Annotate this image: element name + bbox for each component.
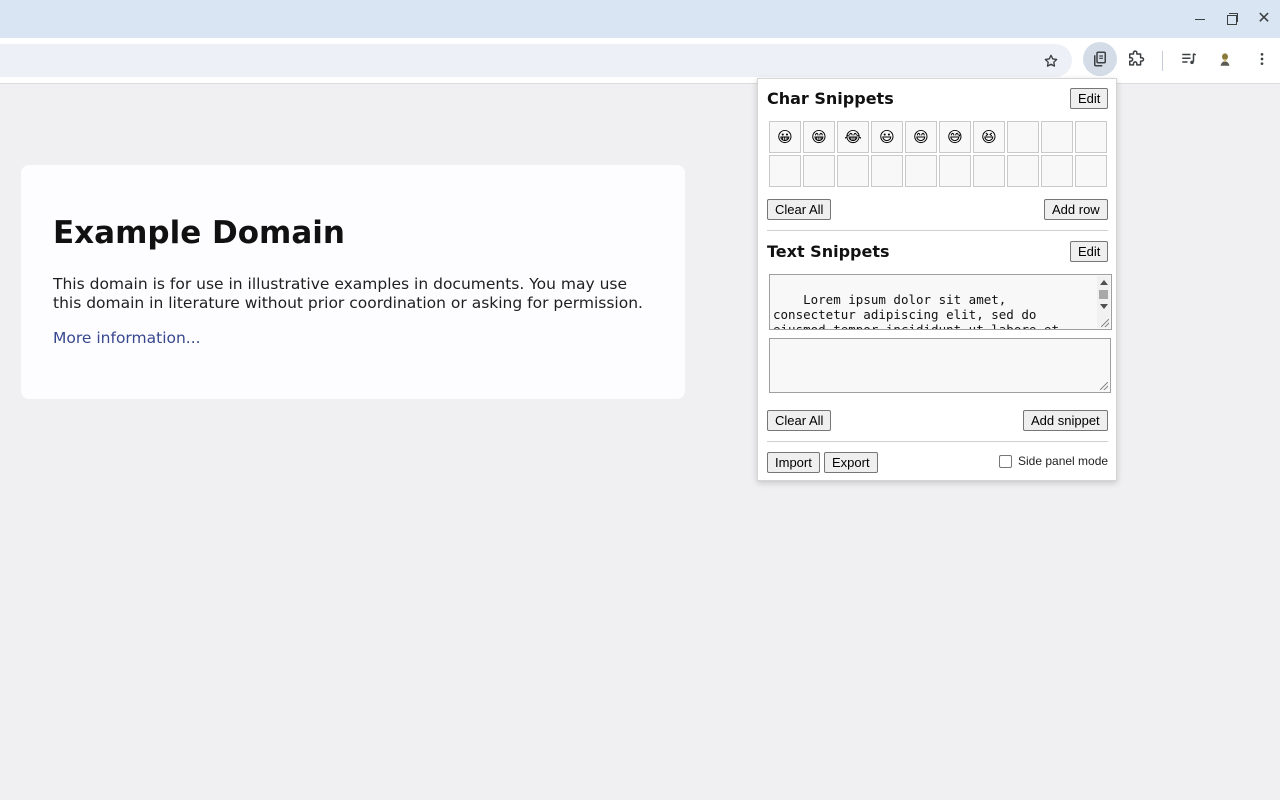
side-panel-checkbox[interactable] <box>999 454 1012 468</box>
section-divider <box>767 230 1108 231</box>
text-clear-all-button[interactable]: Clear All <box>767 410 832 431</box>
char-snippet-cell[interactable] <box>1041 121 1073 153</box>
side-panel-mode-toggle[interactable]: Side panel mode <box>999 454 1108 468</box>
char-snippet-cell[interactable] <box>939 155 971 187</box>
restore-icon <box>1227 13 1238 25</box>
address-bar[interactable] <box>0 44 1072 77</box>
clipboard-icon <box>1094 51 1106 67</box>
char-snippet-cell[interactable]: 😃 <box>871 121 903 153</box>
page-title: Example Domain <box>53 215 345 251</box>
char-snippet-cell[interactable]: 😅 <box>939 121 971 153</box>
resize-handle-icon[interactable] <box>1101 319 1109 327</box>
new-snippet-textarea[interactable] <box>769 338 1111 393</box>
puzzle-icon <box>1129 50 1145 66</box>
browser-menu-button[interactable] <box>1245 42 1279 76</box>
scroll-up-arrow-icon[interactable] <box>1100 280 1108 285</box>
kebab-menu-icon <box>1260 53 1264 65</box>
char-snippet-cell[interactable] <box>1075 121 1107 153</box>
char-snippet-cell[interactable]: 😀 <box>769 121 801 153</box>
import-button[interactable]: Import <box>767 452 820 473</box>
media-control-icon <box>1182 53 1197 65</box>
window-controls: ✕ <box>1184 0 1280 38</box>
profile-button[interactable] <box>1208 42 1242 76</box>
text-snippets-title: Text Snippets <box>767 242 890 261</box>
restore-button[interactable] <box>1216 0 1248 36</box>
media-controls-button[interactable] <box>1172 42 1206 76</box>
char-snippet-cell[interactable] <box>1007 155 1039 187</box>
export-button[interactable]: Export <box>824 452 878 473</box>
char-snippet-grid: 😀 😁 😂 😃 😄 😅 😆 <box>769 121 1109 187</box>
extensions-button[interactable] <box>1119 42 1153 76</box>
minimize-icon <box>1195 18 1205 21</box>
char-snippet-cell[interactable]: 😂 <box>837 121 869 153</box>
char-snippet-cell[interactable] <box>905 155 937 187</box>
page-description: This domain is for use in illustrative e… <box>53 275 643 312</box>
content-card: Example Domain This domain is for use in… <box>21 165 685 399</box>
char-snippet-cell[interactable] <box>837 155 869 187</box>
char-snippet-cell[interactable]: 😁 <box>803 121 835 153</box>
scroll-thumb[interactable] <box>1099 290 1108 299</box>
char-snippet-cell[interactable] <box>973 155 1005 187</box>
char-snippets-title: Char Snippets <box>767 89 894 108</box>
char-snippet-cell[interactable] <box>769 155 801 187</box>
text-snippet-content: Lorem ipsum dolor sit amet, consectetur … <box>773 292 1059 330</box>
more-information-link[interactable]: More information... <box>53 329 653 347</box>
char-snippet-cell[interactable]: 😄 <box>905 121 937 153</box>
footer-divider <box>767 441 1108 442</box>
char-snippet-cell[interactable] <box>1007 121 1039 153</box>
add-row-button[interactable]: Add row <box>1044 199 1108 220</box>
char-snippet-cell[interactable] <box>803 155 835 187</box>
avatar <box>1217 51 1233 67</box>
scroll-down-arrow-icon[interactable] <box>1100 304 1108 309</box>
text-snippet-item[interactable]: Lorem ipsum dolor sit amet, consectetur … <box>769 274 1112 330</box>
star-icon <box>1044 54 1058 67</box>
char-snippet-cell[interactable] <box>1041 155 1073 187</box>
minimize-button[interactable] <box>1184 0 1216 36</box>
snippets-extension-button[interactable] <box>1083 42 1117 76</box>
char-snippet-cell[interactable] <box>871 155 903 187</box>
char-snippet-cell[interactable]: 😆 <box>973 121 1005 153</box>
bookmark-star-button[interactable] <box>1040 50 1062 72</box>
resize-handle-icon[interactable] <box>1100 382 1108 390</box>
add-snippet-button[interactable]: Add snippet <box>1023 410 1108 431</box>
close-window-button[interactable]: ✕ <box>1248 0 1280 36</box>
char-clear-all-button[interactable]: Clear All <box>767 199 832 220</box>
toolbar-separator <box>1162 51 1163 71</box>
text-snippets-edit-button[interactable]: Edit <box>1070 241 1109 262</box>
snippets-popup: Char Snippets Edit 😀 😁 😂 😃 😄 😅 😆 Clear All Add… <box>757 78 1117 481</box>
browser-titlebar: ✕ <box>0 0 1280 38</box>
side-panel-label: Side panel mode <box>1018 454 1109 468</box>
char-snippet-cell[interactable] <box>1075 155 1107 187</box>
char-snippets-edit-button[interactable]: Edit <box>1070 88 1109 109</box>
close-icon: ✕ <box>1257 8 1271 27</box>
